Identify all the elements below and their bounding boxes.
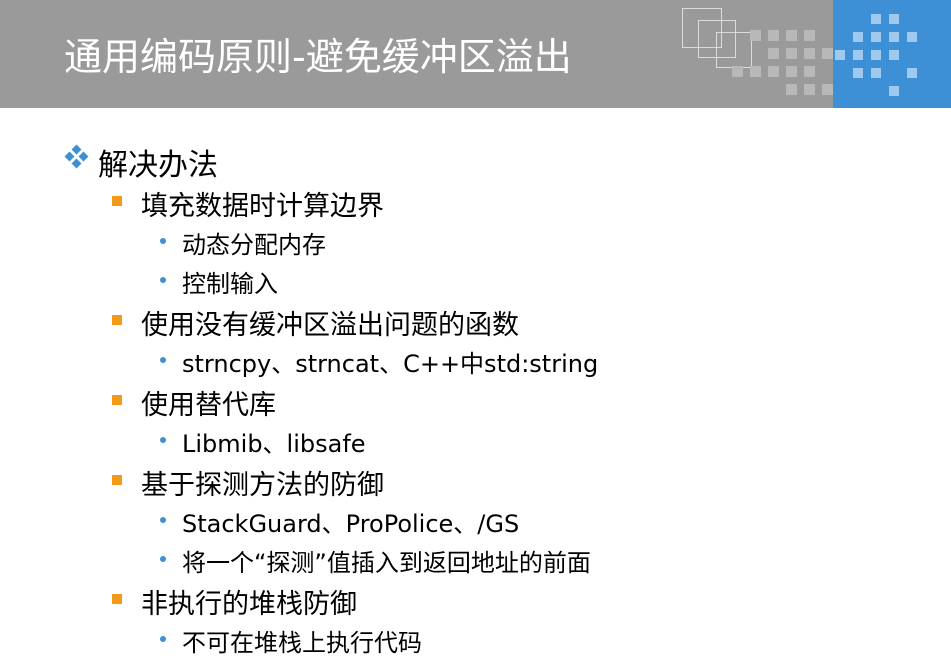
sub-item: 将一个“探测”值插入到返回地址的前面 [160,543,591,578]
square-bullet-icon [112,196,122,206]
sub-item-label: 将一个“探测”值插入到返回地址的前面 [182,549,591,577]
diamond-bullet-icon [64,144,89,169]
section-item: 填充数据时计算边界 [112,184,384,223]
section-label: 使用没有缓冲区溢出问题的函数 [141,310,519,341]
section-item: 非执行的堆栈防御 [112,582,357,621]
dot-bullet-icon [160,517,166,523]
sub-item-label: 不可在堆栈上执行代码 [182,629,422,657]
sub-item: 动态分配内存 [160,225,326,260]
dot-bullet-icon [160,636,166,642]
square-bullet-icon [112,315,122,325]
dot-bullet-icon [160,556,166,562]
sub-item: Libmib、libsafe [160,424,366,459]
dot-bullet-icon [160,437,166,443]
section-label: 使用替代库 [141,390,276,421]
section-label: 填充数据时计算边界 [141,191,384,222]
heading-item: 解决办法 [64,140,218,184]
dot-bullet-icon [160,357,166,363]
sub-item: strncpy、strncat、C++中std:string [160,344,599,379]
heading-label: 解决办法 [98,148,218,183]
square-bullet-icon [112,475,122,485]
section-label: 基于探测方法的防御 [141,470,384,501]
sub-item: 控制输入 [160,264,278,299]
dot-bullet-icon [160,238,166,244]
title-bar: 通用编码原则-避免缓冲区溢出 [0,0,951,108]
section-item: 基于探测方法的防御 [112,463,384,502]
section-label: 非执行的堆栈防御 [141,589,357,620]
sub-item-label: strncpy、strncat、C++中std:string [182,350,599,378]
square-bullet-icon [112,395,122,405]
blue-corner-block [833,0,951,108]
sub-item-label: 控制输入 [182,270,278,298]
sub-item-label: Libmib、libsafe [182,430,366,458]
dot-bullet-icon [160,277,166,283]
section-item: 使用替代库 [112,383,276,422]
sub-item-label: StackGuard、ProPolice、/GS [182,510,520,538]
slide-title: 通用编码原则-避免缓冲区溢出 [64,35,572,79]
sub-item: StackGuard、ProPolice、/GS [160,504,520,539]
sub-item-label: 动态分配内存 [182,231,326,259]
square-bullet-icon [112,594,122,604]
section-item: 使用没有缓冲区溢出问题的函数 [112,303,519,342]
sub-item: 不可在堆栈上执行代码 [160,623,422,658]
decorative-squares [680,0,840,108]
